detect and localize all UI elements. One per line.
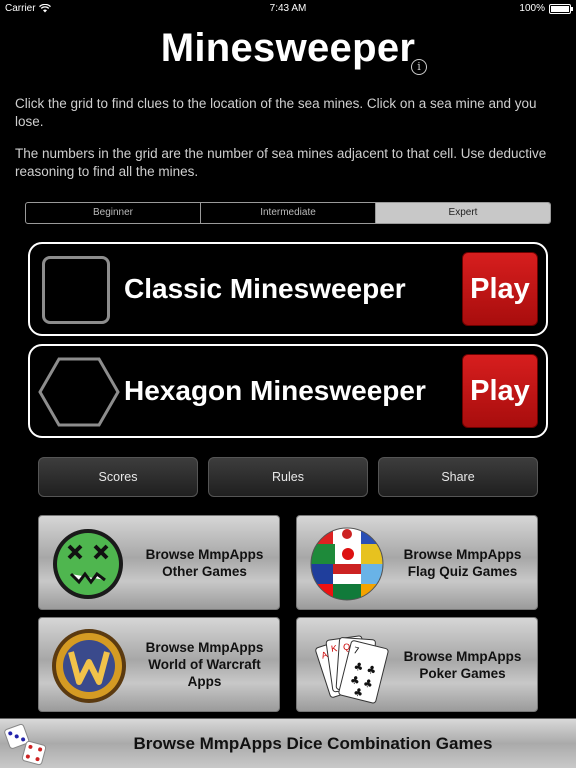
classic-play-button[interactable]: Play (462, 252, 538, 326)
promo-line: Browse MmpApps (403, 546, 522, 562)
dice-combination-games-label: Browse MmpApps Dice Combination Games (133, 734, 493, 753)
description-paragraph-1: Click the grid to find clues to the loca… (15, 96, 537, 129)
promo-poker-text: Browse MmpApps Poker Games (392, 618, 533, 711)
playing-cards-icon: A K Q 7 ♣ ♣ ♣ ♣ ♣ (315, 635, 389, 704)
promo-line: World of Warcraft (148, 657, 261, 672)
warcraft-shield-icon (52, 629, 126, 703)
classic-minesweeper-label: Classic Minesweeper (124, 273, 406, 304)
status-right: 100% (519, 3, 573, 14)
promo-line: Browse MmpApps (145, 546, 264, 562)
page-title: Minesweeper (160, 26, 416, 70)
segment-expert[interactable]: Expert (376, 203, 550, 223)
rules-button[interactable]: Rules (208, 457, 368, 497)
promo-other-games-text: Browse MmpApps Other Games (134, 516, 275, 609)
scores-button[interactable]: Scores (38, 457, 198, 497)
promo-flag-quiz-games[interactable]: Browse MmpApps Flag Quiz Games (296, 515, 538, 610)
promo-world-of-warcraft-apps[interactable]: Browse MmpApps World of Warcraft Apps (38, 617, 280, 712)
promo-poker-games[interactable]: A K Q 7 ♣ ♣ ♣ ♣ ♣ Browse MmpApps Poker Ga… (296, 617, 538, 712)
battery-fill (551, 5, 569, 12)
dice-combination-games-banner[interactable]: Browse MmpApps Dice Combination Games (0, 718, 576, 768)
info-icon[interactable]: i (411, 59, 427, 75)
segment-intermediate[interactable]: Intermediate (201, 203, 376, 223)
promo-flag-quiz-text: Browse MmpApps Flag Quiz Games (392, 516, 533, 609)
zombie-face-icon (53, 529, 123, 599)
promo-line: Browse MmpApps (403, 648, 522, 664)
dice-icon (4, 723, 47, 766)
promo-line: Poker Games (419, 665, 506, 681)
status-time: 7:43 AM (269, 3, 307, 14)
battery-percent: 100% (519, 3, 545, 14)
hexagon-minesweeper-label: Hexagon Minesweeper (124, 375, 426, 406)
segment-beginner[interactable]: Beginner (26, 203, 201, 223)
hexagon-play-button[interactable]: Play (462, 354, 538, 428)
square-grid-icon (42, 256, 110, 324)
description-paragraph-2: The numbers in the grid are the number o… (15, 146, 547, 179)
flag-globe-icon (310, 527, 384, 601)
promo-line: Flag Quiz Games (407, 563, 518, 579)
promo-line: Browse MmpApps (145, 640, 264, 655)
status-bar: Carrier 7:43 AM 100% (0, 0, 576, 18)
difficulty-segmented-control: Beginner Intermediate Expert (25, 202, 551, 224)
promo-line: Apps (187, 674, 222, 689)
promo-line: Other Games (162, 563, 247, 579)
promo-warcraft-text: Browse MmpApps World of Warcraft Apps (134, 618, 275, 711)
share-button[interactable]: Share (378, 457, 538, 497)
promo-other-games[interactable]: Browse MmpApps Other Games (38, 515, 280, 610)
battery-icon (549, 3, 573, 14)
hexagon-icon (38, 357, 120, 427)
classic-minesweeper-card[interactable]: Classic Minesweeper Play (28, 242, 548, 336)
hexagon-minesweeper-card[interactable]: Hexagon Minesweeper Play (28, 344, 548, 438)
